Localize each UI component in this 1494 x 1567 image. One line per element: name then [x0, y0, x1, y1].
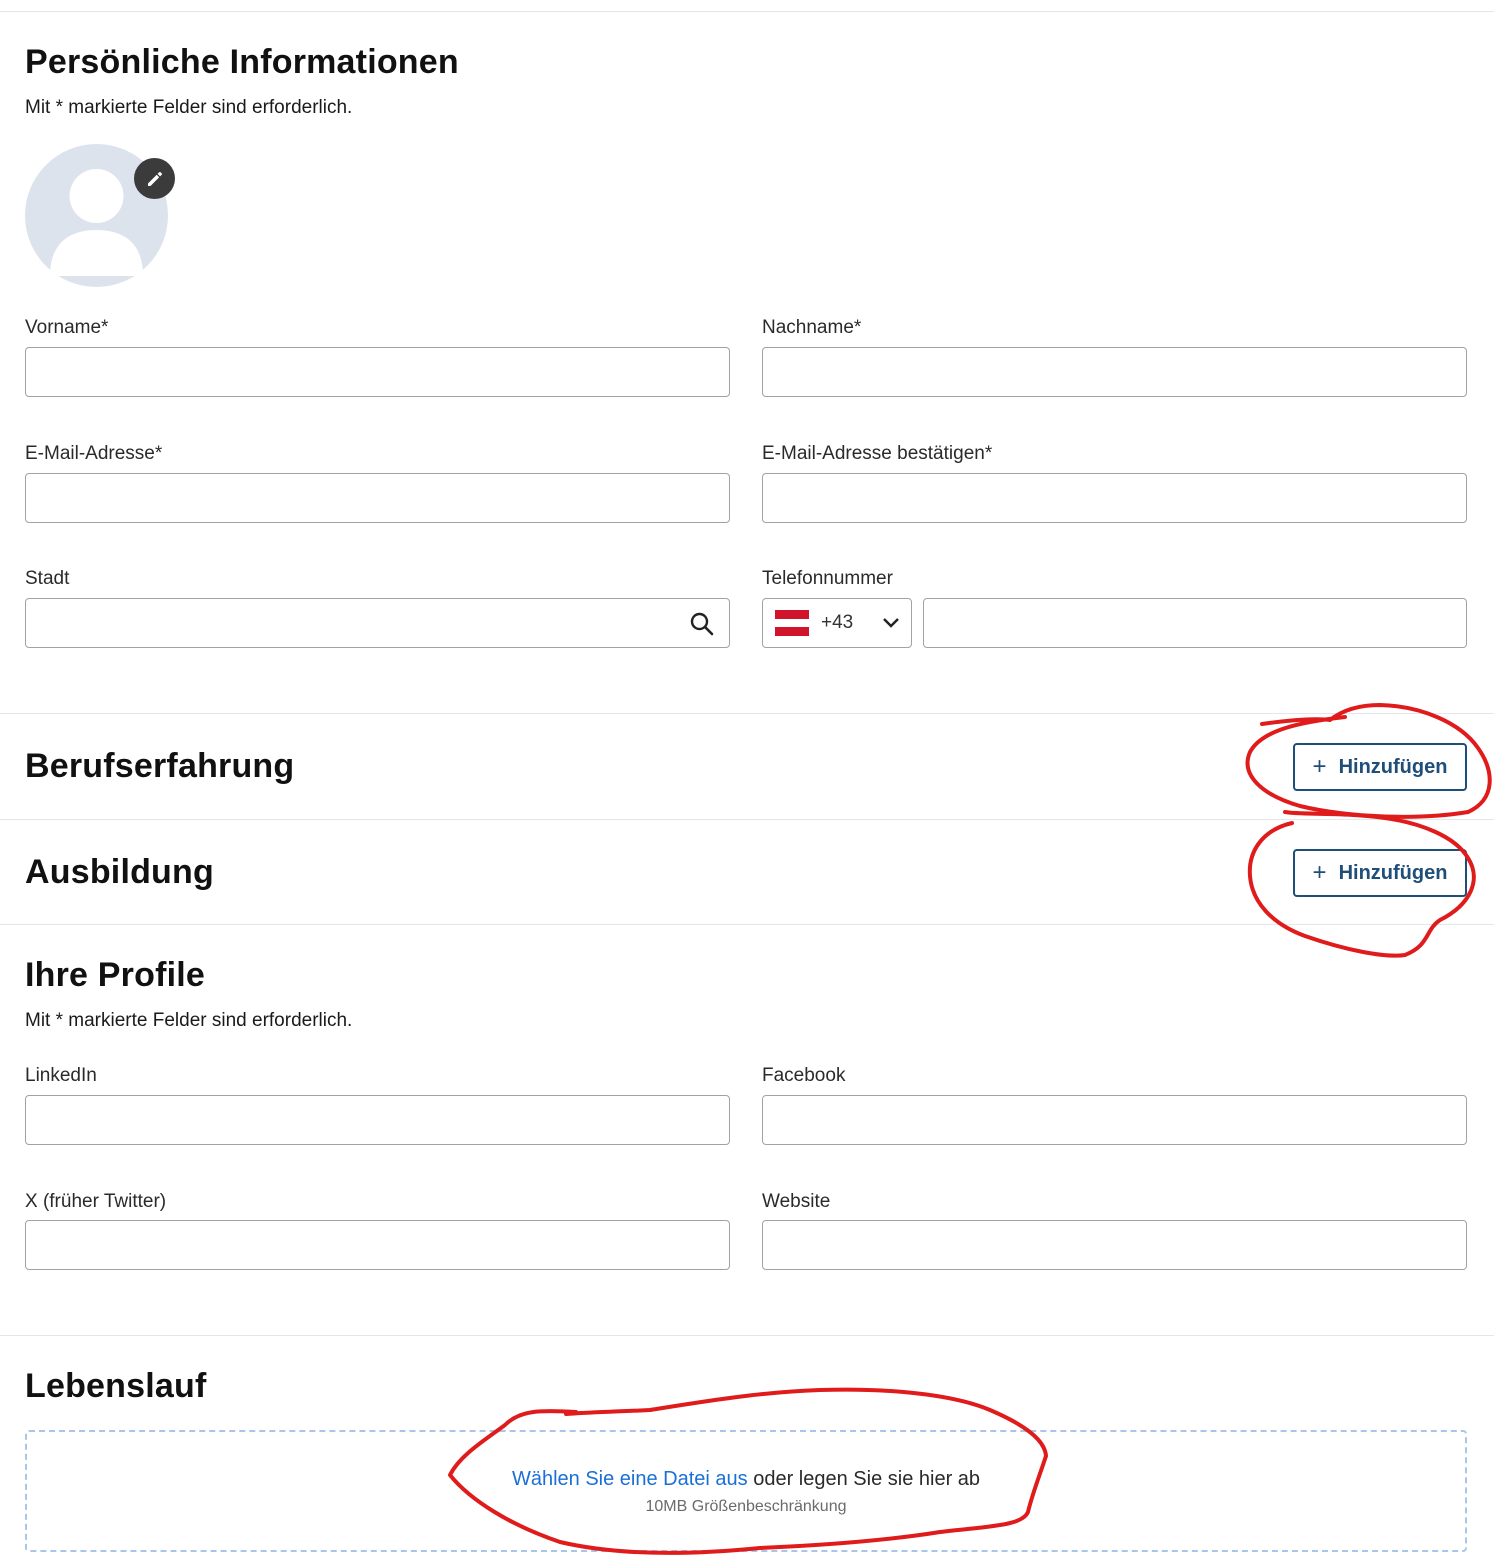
email-label: E-Mail-Adresse* — [25, 443, 163, 464]
required-note: Mit * markierte Felder sind erforderlich… — [25, 97, 353, 118]
city-search-input[interactable] — [25, 598, 730, 648]
edit-avatar-button[interactable] — [134, 158, 175, 199]
x-input[interactable] — [25, 1220, 730, 1270]
add-education-button[interactable]: + Hinzufügen — [1293, 849, 1467, 897]
section-title-resume: Lebenslauf — [25, 1367, 207, 1405]
email-input[interactable] — [25, 473, 730, 523]
facebook-label: Facebook — [762, 1065, 846, 1086]
x-label: X (früher Twitter) — [25, 1191, 167, 1212]
drop-hint: oder legen Sie sie hier ab — [753, 1468, 981, 1490]
section-divider — [0, 1335, 1494, 1336]
resume-dropzone[interactable]: Wählen Sie eine Datei aus oder legen Sie… — [25, 1430, 1467, 1552]
section-divider — [0, 924, 1494, 925]
last-name-input[interactable] — [762, 347, 1467, 397]
website-label: Website — [762, 1191, 831, 1212]
country-code-value: +43 — [821, 612, 854, 633]
city-label: Stadt — [25, 568, 70, 589]
add-education-label: Hinzufügen — [1338, 861, 1448, 884]
last-name-label: Nachname* — [762, 317, 862, 338]
section-title-profiles: Ihre Profile — [25, 956, 206, 994]
linkedin-label: LinkedIn — [25, 1065, 97, 1086]
email-confirm-label: E-Mail-Adresse bestätigen* — [762, 443, 993, 464]
linkedin-input[interactable] — [25, 1095, 730, 1145]
required-note: Mit * markierte Felder sind erforderlich… — [25, 1010, 353, 1031]
section-divider — [0, 713, 1494, 714]
phone-label: Telefonnummer — [762, 568, 893, 589]
add-experience-button[interactable]: + Hinzufügen — [1293, 743, 1467, 791]
top-divider — [0, 11, 1494, 12]
dropzone-text: Wählen Sie eine Datei aus oder legen Sie… — [27, 1468, 1465, 1491]
section-title-experience: Berufserfahrung — [25, 747, 295, 785]
email-confirm-input[interactable] — [762, 473, 1467, 523]
section-title-personal: Persönliche Informationen — [25, 43, 459, 81]
website-input[interactable] — [762, 1220, 1467, 1270]
choose-file-link[interactable]: Wählen Sie eine Datei aus — [512, 1468, 748, 1490]
size-limit-note: 10MB Größenbeschränkung — [645, 1498, 847, 1515]
plus-icon: + — [1312, 859, 1327, 886]
plus-icon: + — [1312, 753, 1327, 780]
country-code-select[interactable]: +43 — [762, 598, 912, 648]
section-title-education: Ausbildung — [25, 853, 214, 891]
search-icon[interactable] — [689, 611, 715, 637]
first-name-input[interactable] — [25, 347, 730, 397]
first-name-label: Vorname* — [25, 317, 109, 338]
chevron-down-icon — [883, 618, 899, 628]
phone-number-input[interactable] — [923, 598, 1467, 648]
facebook-input[interactable] — [762, 1095, 1467, 1145]
pencil-icon — [147, 171, 162, 186]
section-divider — [0, 819, 1494, 820]
add-experience-label: Hinzufügen — [1338, 755, 1448, 778]
austria-flag-icon — [775, 610, 809, 636]
